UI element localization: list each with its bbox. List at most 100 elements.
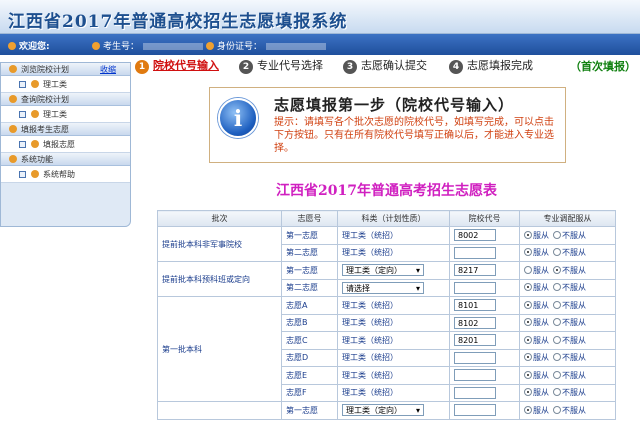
comply-label: 服从 <box>533 335 549 345</box>
table-row: 提前批本科预科班或定向第一志愿理工类（定向）8217服从不服从 <box>157 261 616 297</box>
table-header: 批次 志愿号 科类（计划性质） 院校代号 专业调配服从 <box>157 210 616 227</box>
school-code-input[interactable] <box>454 404 496 417</box>
app-header: 江西省2017年普通高校招生志愿填报系统 <box>0 0 640 34</box>
item-icon <box>31 80 39 88</box>
expand-icon <box>19 171 26 178</box>
adjust-cell: 服从 不服从 <box>519 278 616 297</box>
table-row: 提前批本科非军事院校 第一志愿 理工类（统招） 8002 服从 不服从 <box>157 226 616 262</box>
batch-name: 第一批本科 <box>157 296 282 402</box>
table-row: 第一志愿理工类（定向） 服从 不服从 <box>157 401 616 420</box>
wish-number: 第二志愿 <box>281 243 338 262</box>
wish-number: 第一志愿 <box>281 401 338 420</box>
step-4: 4 志愿填报完成 <box>449 57 533 74</box>
not-comply-radio[interactable] <box>553 388 561 397</box>
school-code-input[interactable] <box>454 351 496 364</box>
sidebar: 浏览院校计划 收缩 理工类 查询院校计划 理工类 填报考生志愿 填报志愿 系统功能… <box>0 62 131 227</box>
redacted-value <box>266 43 327 50</box>
item-icon <box>31 110 39 118</box>
comply-radio[interactable] <box>524 335 532 344</box>
not-comply-radio[interactable] <box>553 405 561 414</box>
table-row: 第一批本科 志愿A 理工类（统招） 8101 服从 不服从 <box>157 296 616 402</box>
school-code-input[interactable]: 8002 <box>454 229 496 242</box>
not-comply-label: 不服从 <box>562 265 586 275</box>
comply-radio[interactable] <box>524 318 532 327</box>
sidebar-section-query[interactable]: 查询院校计划 <box>1 93 130 106</box>
comply-radio[interactable] <box>524 248 532 257</box>
not-comply-label: 不服从 <box>562 353 586 363</box>
welcome-text: 欢迎您: <box>8 39 50 52</box>
wish-number: 第一志愿 <box>281 261 338 280</box>
comply-label: 服从 <box>533 353 549 363</box>
section-icon <box>9 125 17 133</box>
school-code-input[interactable]: 8201 <box>454 334 496 347</box>
col-adjust: 专业调配服从 <box>519 210 616 227</box>
sidebar-item-fill-wish[interactable]: 填报志愿 <box>1 136 130 153</box>
comply-radio[interactable] <box>524 283 532 292</box>
category-select[interactable]: 理工类（定向） <box>342 404 424 417</box>
id-number: 身份证号： <box>206 39 327 52</box>
sidebar-section-fill[interactable]: 填报考生志愿 <box>1 123 130 136</box>
school-code-input[interactable] <box>454 246 496 259</box>
comply-radio[interactable] <box>524 300 532 309</box>
not-comply-label: 不服从 <box>562 283 586 293</box>
sidebar-item-help[interactable]: 系统帮助 <box>1 166 130 183</box>
school-code-input[interactable] <box>454 386 496 399</box>
not-comply-radio[interactable] <box>553 370 561 379</box>
school-code-input[interactable]: 8217 <box>454 264 496 277</box>
not-comply-label: 不服从 <box>562 230 586 240</box>
category-select[interactable]: 请选择 <box>342 281 424 294</box>
not-comply-radio[interactable] <box>553 230 561 239</box>
not-comply-label: 不服从 <box>562 318 586 328</box>
comply-label: 服从 <box>533 230 549 240</box>
comply-radio[interactable] <box>524 370 532 379</box>
code-cell: 8002 <box>449 226 520 245</box>
code-cell <box>449 278 520 297</box>
tip-box: i 志愿填报第一步（院校代号输入） 提示：请填写各个批次志愿的院校代号，如填写完… <box>209 87 566 163</box>
school-code-input[interactable] <box>454 369 496 382</box>
comply-radio[interactable] <box>524 405 532 414</box>
col-batch: 批次 <box>157 210 282 227</box>
sidebar-section-system[interactable]: 系统功能 <box>1 153 130 166</box>
category-cell: 请选择 <box>337 278 450 297</box>
school-code-input[interactable] <box>454 281 496 294</box>
category-cell: 理工类（统招） <box>337 366 450 385</box>
not-comply-radio[interactable] <box>553 300 561 309</box>
not-comply-radio[interactable] <box>553 265 561 274</box>
comply-radio[interactable] <box>524 265 532 274</box>
comply-label: 服从 <box>533 300 549 310</box>
adjust-cell: 服从 不服从 <box>519 261 616 280</box>
comply-label: 服从 <box>533 370 549 380</box>
not-comply-radio[interactable] <box>553 283 561 292</box>
category-select[interactable]: 理工类（定向） <box>342 264 424 277</box>
comply-radio[interactable] <box>524 230 532 239</box>
sidebar-item-browse-science[interactable]: 理工类 <box>1 76 130 93</box>
sidebar-section-browse[interactable]: 浏览院校计划 收缩 <box>1 63 130 76</box>
expand-icon <box>19 141 26 148</box>
adjust-cell: 服从 不服从 <box>519 331 616 350</box>
comply-label: 服从 <box>533 388 549 398</box>
category-cell: 理工类（定向） <box>337 401 450 420</box>
adjust-cell: 服从 不服从 <box>519 226 616 245</box>
comply-radio[interactable] <box>524 388 532 397</box>
school-code-input[interactable]: 8102 <box>454 316 496 329</box>
school-code-input[interactable]: 8101 <box>454 299 496 312</box>
wish-number: 志愿C <box>281 331 338 350</box>
category-cell: 理工类（统招） <box>337 348 450 367</box>
category-cell: 理工类（统招） <box>337 313 450 332</box>
collapse-link[interactable]: 收缩 <box>100 63 116 76</box>
batch-name <box>157 401 282 420</box>
not-comply-radio[interactable] <box>553 318 561 327</box>
sidebar-item-query-science[interactable]: 理工类 <box>1 106 130 123</box>
col-code: 院校代号 <box>449 210 520 227</box>
code-cell: 8102 <box>449 313 520 332</box>
not-comply-radio[interactable] <box>553 353 561 362</box>
not-comply-radio[interactable] <box>553 335 561 344</box>
comply-label: 服从 <box>533 265 549 275</box>
comply-radio[interactable] <box>524 353 532 362</box>
not-comply-radio[interactable] <box>553 248 561 257</box>
wish-table: 批次 志愿号 科类（计划性质） 院校代号 专业调配服从 提前批本科非军事院校 第一志愿 理工… <box>157 210 616 420</box>
category-cell: 理工类（统招） <box>337 226 450 245</box>
adjust-cell: 服从 不服从 <box>519 401 616 420</box>
comply-label: 服从 <box>533 405 549 415</box>
step-indicator: 1 院校代号输入 2 专业代号选择 3 志愿确认提交 4 志愿填报完成 （首次填报） <box>133 57 640 75</box>
